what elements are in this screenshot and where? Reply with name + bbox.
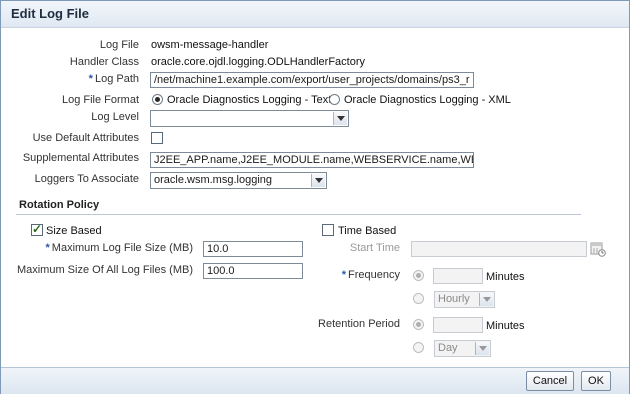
time-based-label[interactable]: Time Based bbox=[338, 225, 396, 237]
frequency-minutes-input[interactable] bbox=[433, 268, 483, 284]
frequency-unit-value: Hourly bbox=[438, 293, 470, 305]
use-default-attributes-label: Use Default Attributes bbox=[32, 132, 139, 144]
log-file-value: owsm-message-handler bbox=[151, 39, 269, 51]
chevron-down-icon bbox=[475, 342, 489, 355]
frequency-minutes-radio[interactable] bbox=[413, 270, 424, 281]
retention-period-label: Retention Period bbox=[318, 318, 400, 330]
frequency-label: Frequency bbox=[348, 269, 400, 281]
max-log-file-size-input[interactable]: 10.0 bbox=[203, 241, 303, 257]
loggers-to-associate-label: Loggers To Associate bbox=[34, 173, 139, 185]
edit-log-file-dialog: Edit Log File Log File owsm-message-hand… bbox=[0, 0, 630, 394]
handler-class-label: Handler Class bbox=[69, 56, 139, 68]
log-level-select[interactable] bbox=[150, 110, 349, 127]
retention-minutes-input[interactable] bbox=[433, 317, 483, 333]
dialog-titlebar: Edit Log File bbox=[1, 1, 629, 28]
format-xml-label[interactable]: Oracle Diagnostics Logging - XML bbox=[344, 94, 511, 106]
max-size-all-input[interactable]: 100.0 bbox=[203, 263, 303, 279]
required-marker: * bbox=[341, 269, 347, 281]
retention-unit-radio[interactable] bbox=[413, 342, 424, 353]
log-path-label-group: * Log Path bbox=[89, 73, 139, 85]
max-log-file-size-label-group: * Maximum Log File Size (MB) bbox=[46, 242, 193, 254]
cancel-button[interactable]: Cancel bbox=[526, 371, 574, 391]
max-log-file-size-label: Maximum Log File Size (MB) bbox=[51, 242, 193, 254]
frequency-unit-radio[interactable] bbox=[413, 293, 424, 304]
max-size-all-label: Maximum Size Of All Log Files (MB) bbox=[16, 264, 193, 276]
required-marker: * bbox=[45, 242, 50, 254]
ok-button[interactable]: OK bbox=[581, 371, 611, 391]
retention-minutes-radio[interactable] bbox=[413, 319, 424, 330]
start-time-label: Start Time bbox=[349, 242, 400, 254]
log-level-label: Log Level bbox=[91, 111, 139, 123]
retention-unit-value: Day bbox=[438, 342, 458, 354]
log-path-label: Log Path bbox=[94, 73, 139, 85]
dialog-title: Edit Log File bbox=[11, 6, 89, 21]
dialog-footer: Cancel OK bbox=[1, 367, 629, 394]
frequency-label-group: * Frequency bbox=[342, 269, 400, 281]
handler-class-value: oracle.core.ojdl.logging.ODLHandlerFacto… bbox=[151, 56, 365, 68]
time-based-checkbox[interactable] bbox=[322, 224, 334, 236]
calendar-icon[interactable] bbox=[590, 241, 606, 257]
frequency-minutes-label: Minutes bbox=[486, 271, 525, 283]
retention-minutes-label: Minutes bbox=[486, 320, 525, 332]
chevron-down-icon bbox=[311, 174, 325, 187]
log-file-label: Log File bbox=[99, 39, 139, 51]
start-time-input[interactable] bbox=[411, 241, 587, 257]
format-text-label[interactable]: Oracle Diagnostics Logging - Text bbox=[167, 94, 331, 106]
chevron-down-icon bbox=[479, 293, 493, 306]
rotation-policy-heading: Rotation Policy bbox=[19, 199, 100, 211]
size-based-checkbox[interactable] bbox=[31, 222, 43, 236]
required-marker: * bbox=[88, 73, 93, 85]
retention-unit-select[interactable]: Day bbox=[434, 340, 491, 357]
chevron-down-icon bbox=[333, 112, 347, 125]
loggers-to-associate-select[interactable]: oracle.wsm.msg.logging bbox=[150, 172, 327, 189]
log-path-input[interactable]: /net/machine1.example.com/export/user_pr… bbox=[150, 72, 474, 88]
supplemental-attributes-label: Supplemental Attributes bbox=[22, 152, 139, 164]
format-xml-radio[interactable] bbox=[329, 94, 340, 105]
log-file-format-label: Log File Format bbox=[61, 94, 139, 106]
format-text-radio[interactable] bbox=[152, 94, 163, 105]
section-divider bbox=[16, 214, 581, 215]
supplemental-attributes-input[interactable]: J2EE_APP.name,J2EE_MODULE.name,WEBSERVIC… bbox=[150, 152, 474, 168]
size-based-label[interactable]: Size Based bbox=[46, 225, 102, 237]
loggers-to-associate-value: oracle.wsm.msg.logging bbox=[154, 174, 272, 186]
frequency-unit-select[interactable]: Hourly bbox=[434, 291, 495, 308]
use-default-attributes-checkbox[interactable] bbox=[151, 132, 163, 144]
